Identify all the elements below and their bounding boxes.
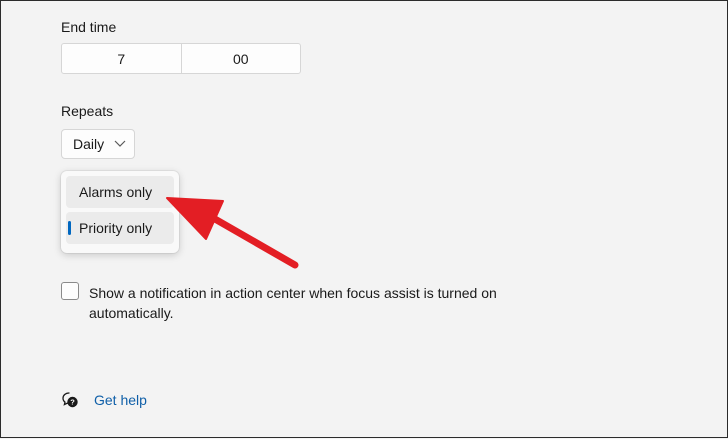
- menu-item-label: Priority only: [79, 220, 153, 236]
- menu-item-priority-only[interactable]: Priority only: [66, 212, 174, 244]
- settings-panel: End time 7 00 Repeats Daily Alarms only …: [0, 0, 728, 438]
- notification-checkbox[interactable]: [61, 282, 79, 300]
- chevron-down-icon: [114, 140, 126, 147]
- repeats-dropdown[interactable]: Daily: [61, 129, 135, 159]
- end-time-picker[interactable]: 7 00: [61, 43, 301, 74]
- end-time-label: End time: [61, 19, 117, 35]
- selection-indicator: [68, 221, 71, 235]
- svg-text:?: ?: [70, 398, 75, 407]
- repeats-selected-value: Daily: [73, 136, 105, 152]
- repeats-label: Repeats: [61, 103, 114, 119]
- notification-checkbox-label[interactable]: Show a notification in action center whe…: [89, 283, 519, 323]
- help-chat-icon: ?: [62, 392, 78, 408]
- end-time-minute[interactable]: 00: [180, 44, 301, 73]
- menu-item-label: Alarms only: [79, 184, 153, 200]
- menu-item-alarms-only[interactable]: Alarms only: [66, 176, 174, 208]
- get-help-link[interactable]: Get help: [94, 392, 147, 408]
- focus-level-menu: Alarms only Priority only: [61, 171, 179, 253]
- end-time-hour[interactable]: 7: [62, 44, 181, 73]
